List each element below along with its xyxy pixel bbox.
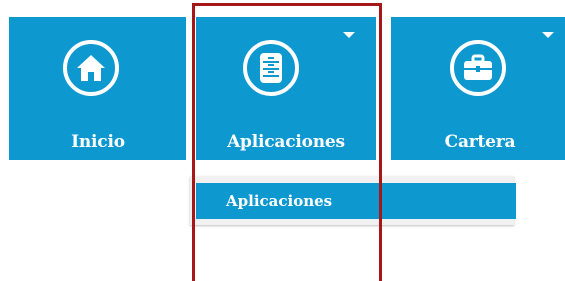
- tile-cartera[interactable]: Cartera: [391, 17, 565, 160]
- tile-label: Cartera: [444, 132, 516, 152]
- tile-aplicaciones[interactable]: Aplicaciones: [196, 17, 376, 160]
- tile-label: Aplicaciones: [227, 132, 345, 152]
- chevron-down-icon[interactable]: [542, 32, 554, 38]
- tile-inicio[interactable]: Inicio: [9, 17, 186, 160]
- chevron-down-icon[interactable]: [343, 32, 355, 38]
- home-icon: [63, 40, 119, 96]
- tile-label: Inicio: [71, 132, 125, 152]
- menu-item-aplicaciones[interactable]: Aplicaciones: [196, 183, 516, 219]
- server-rack-icon: [243, 40, 299, 96]
- briefcase-icon: [450, 40, 506, 96]
- aplicaciones-dropdown-menu: Aplicaciones: [190, 176, 516, 225]
